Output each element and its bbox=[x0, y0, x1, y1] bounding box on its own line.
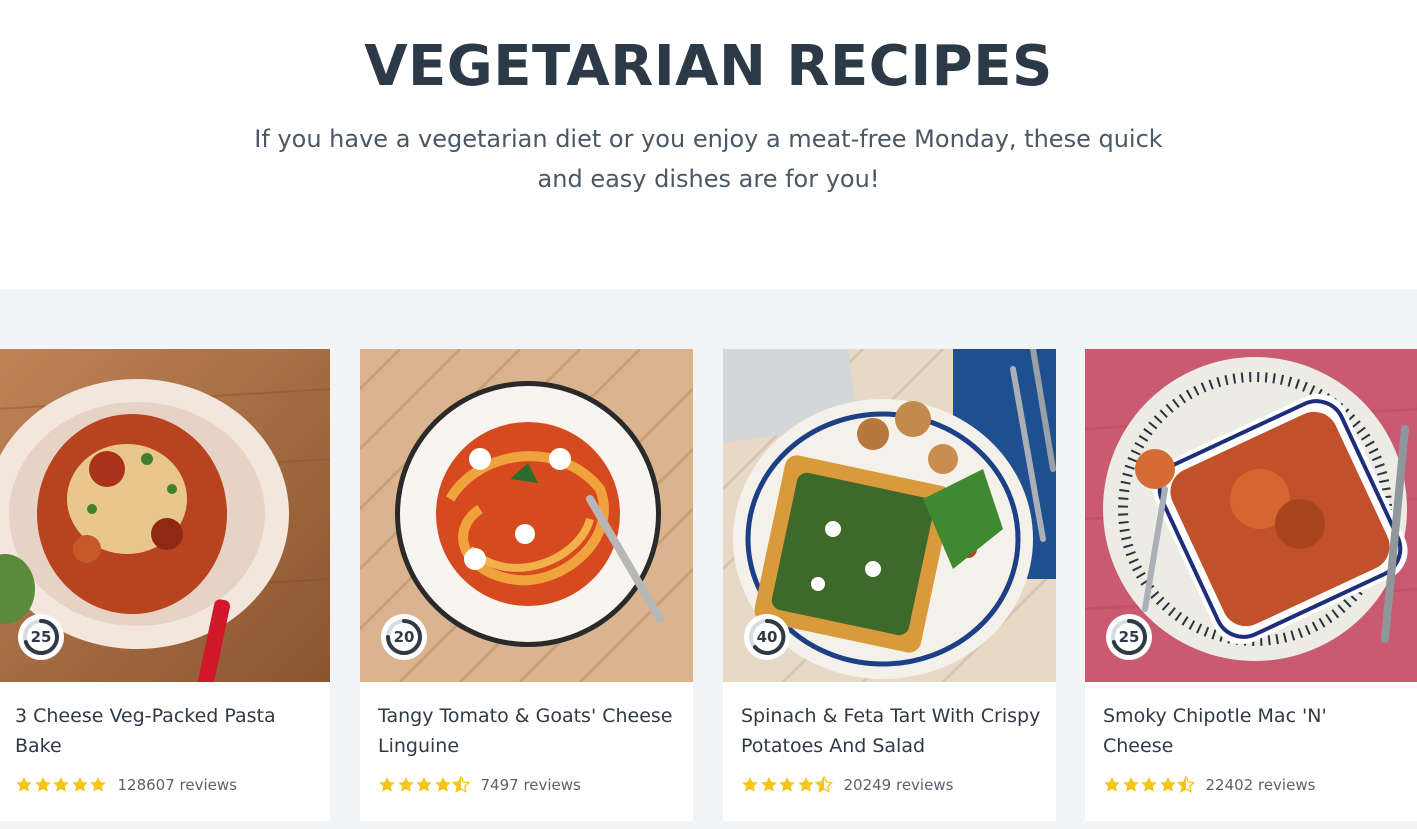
timer-icon: 40 bbox=[743, 613, 791, 661]
recipe-card[interactable]: 25 3 Cheese Veg-Packed Pasta Bake 128607… bbox=[0, 349, 330, 821]
cook-time: 25 bbox=[1118, 628, 1140, 646]
star-icon bbox=[742, 776, 758, 792]
cook-time: 20 bbox=[393, 628, 415, 646]
rating: 7497 reviews bbox=[378, 775, 581, 795]
recipe-card[interactable]: 40 Spinach & Feta Tart With Crispy Potat… bbox=[723, 349, 1056, 821]
review-count[interactable]: 128607 reviews bbox=[118, 776, 237, 794]
star-icon bbox=[53, 776, 69, 792]
subtitle-line-2: and easy dishes are for you! bbox=[537, 165, 880, 193]
timer-icon: 20 bbox=[380, 613, 428, 661]
star-rating bbox=[378, 776, 471, 794]
star-half-icon bbox=[815, 776, 833, 793]
recipe-title[interactable]: 3 Cheese Veg-Packed Pasta Bake bbox=[15, 701, 315, 761]
rating: 128607 reviews bbox=[15, 775, 237, 795]
star-icon bbox=[434, 776, 451, 792]
star-half-icon bbox=[1177, 776, 1195, 793]
star-rating bbox=[741, 776, 834, 794]
recipe-title[interactable]: Spinach & Feta Tart With Crispy Potatoes… bbox=[741, 701, 1041, 761]
star-icon bbox=[1104, 776, 1120, 792]
subtitle-line-1: If you have a vegetarian diet or you enj… bbox=[254, 125, 1163, 153]
star-icon bbox=[71, 776, 88, 792]
star-icon bbox=[779, 776, 795, 792]
recipe-card-list: 25 3 Cheese Veg-Packed Pasta Bake 128607… bbox=[0, 289, 1417, 829]
timer-icon: 25 bbox=[1105, 613, 1153, 661]
star-icon bbox=[1159, 776, 1176, 792]
review-count[interactable]: 20249 reviews bbox=[844, 776, 954, 794]
rating: 20249 reviews bbox=[741, 775, 953, 795]
star-icon bbox=[1141, 776, 1157, 792]
star-rating bbox=[1103, 776, 1196, 794]
star-icon bbox=[416, 776, 432, 792]
star-icon bbox=[760, 776, 777, 792]
star-icon bbox=[1122, 776, 1139, 792]
cook-time: 40 bbox=[756, 628, 778, 646]
star-icon bbox=[379, 776, 395, 792]
recipe-title[interactable]: Tangy Tomato & Goats' Cheese Linguine bbox=[378, 701, 678, 761]
star-icon bbox=[90, 776, 106, 792]
star-rating bbox=[15, 776, 108, 794]
recipe-card[interactable]: 20 Tangy Tomato & Goats' Cheese Linguine… bbox=[360, 349, 693, 821]
recipe-title[interactable]: Smoky Chipotle Mac 'N' Cheese bbox=[1103, 701, 1403, 761]
star-icon bbox=[16, 776, 32, 792]
rating: 22402 reviews bbox=[1103, 775, 1315, 795]
page-title: VEGETARIAN RECIPES bbox=[364, 34, 1053, 99]
timer-icon: 25 bbox=[17, 613, 65, 661]
cook-time: 25 bbox=[30, 628, 52, 646]
recipe-card[interactable]: 25 Smoky Chipotle Mac 'N' Cheese 22402 r… bbox=[1085, 349, 1417, 821]
hero-section: VEGETARIAN RECIPES If you have a vegetar… bbox=[0, 0, 1417, 289]
star-icon bbox=[34, 776, 51, 792]
review-count[interactable]: 7497 reviews bbox=[481, 776, 581, 794]
star-icon bbox=[397, 776, 414, 792]
review-count[interactable]: 22402 reviews bbox=[1206, 776, 1316, 794]
star-icon bbox=[797, 776, 814, 792]
star-half-icon bbox=[452, 776, 470, 793]
page-subtitle: If you have a vegetarian diet or you enj… bbox=[240, 119, 1177, 199]
